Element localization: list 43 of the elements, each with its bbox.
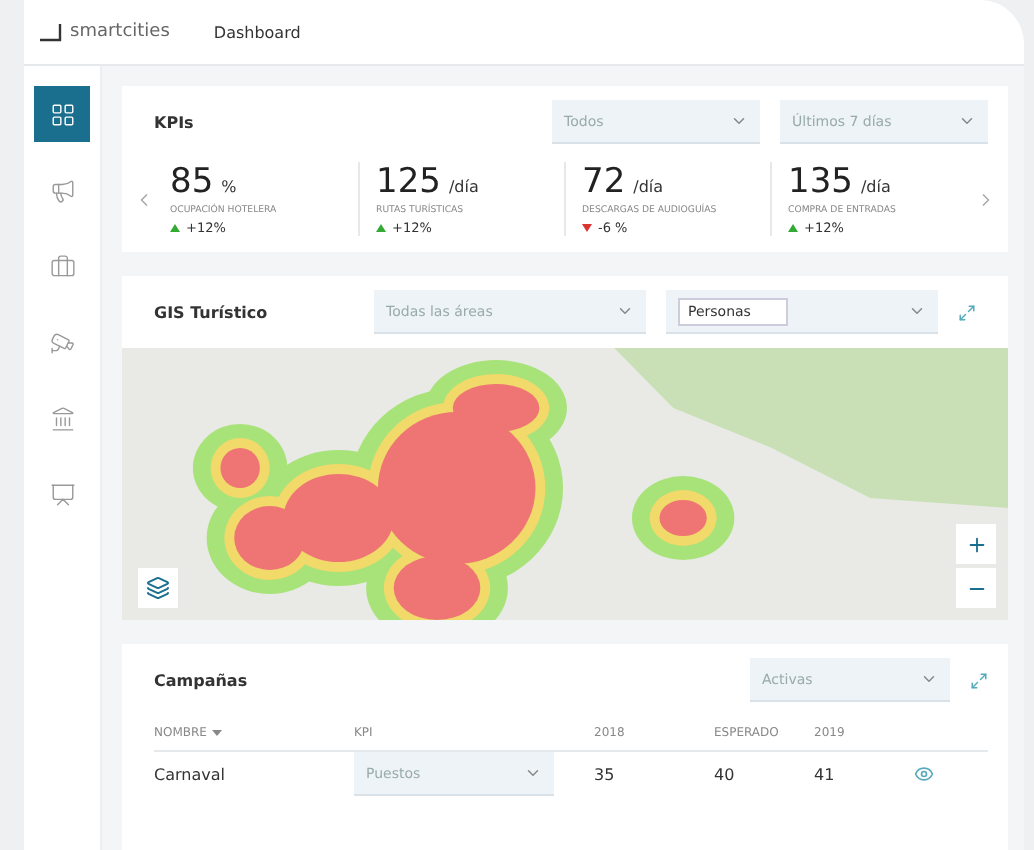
table-cell-text: Carnaval	[154, 763, 227, 787]
museum-icon	[49, 405, 75, 431]
megaphone-icon	[49, 177, 75, 203]
chevron-down-icon	[730, 112, 748, 130]
plus-icon	[965, 533, 987, 555]
chevron-down-icon	[920, 670, 938, 688]
table-cell-text: 41	[814, 763, 837, 787]
layers-icon	[146, 576, 170, 600]
triangle-down-icon	[582, 224, 592, 232]
chevron-down-icon	[958, 112, 976, 130]
zoom-in-button[interactable]	[956, 524, 996, 564]
chevron-down-icon	[524, 764, 542, 782]
eye-icon[interactable]	[914, 764, 934, 784]
kpi-value: 135	[788, 162, 853, 202]
card-title: GIS Turístico	[154, 303, 270, 321]
kpi-value: 125	[376, 162, 441, 202]
triangle-up-icon	[170, 224, 180, 232]
page-title: Dashboard	[213, 23, 301, 41]
chevron-down-icon	[616, 302, 634, 320]
triangle-up-icon	[788, 224, 798, 232]
logo-icon	[40, 22, 64, 42]
kpi-value: 72	[582, 162, 626, 202]
camera-icon	[49, 329, 75, 355]
kpi-value: 85	[170, 162, 214, 202]
sidebar-button[interactable]	[34, 86, 90, 142]
brand-name: smartcities	[70, 22, 170, 42]
expand-icon[interactable]	[958, 303, 976, 321]
chevron-down-icon	[908, 302, 926, 320]
triangle-up-icon	[376, 224, 386, 232]
card-title: Campañas	[154, 671, 248, 689]
kpi-unit: /día	[633, 178, 664, 196]
sort-icon	[212, 730, 223, 736]
layers-button[interactable]	[138, 568, 178, 608]
kpi-unit: /día	[448, 178, 479, 196]
table-cell-text: 40	[714, 763, 737, 787]
expand-icon[interactable]	[970, 671, 988, 689]
briefcase-icon	[49, 253, 75, 279]
screen-icon	[49, 481, 75, 507]
table-cell-text: 35	[594, 763, 617, 787]
kpi-unit: %	[221, 178, 237, 196]
grid-icon	[49, 101, 75, 127]
card-title: KPIs	[154, 113, 194, 131]
kpi-unit: /día	[860, 178, 891, 196]
